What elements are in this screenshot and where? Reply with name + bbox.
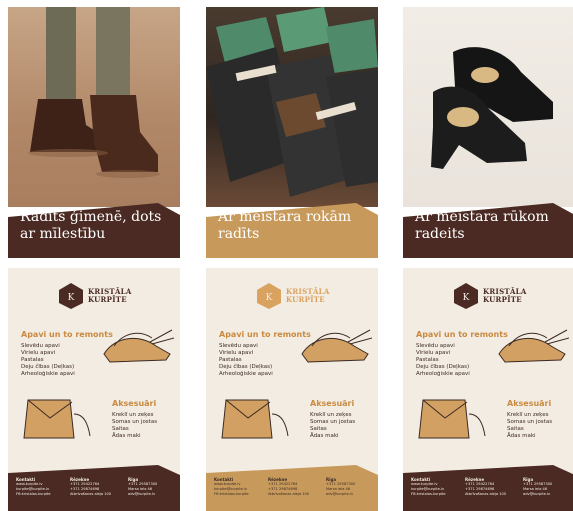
brand-logo: K KRISTĀLA KURPĪTE bbox=[58, 282, 168, 316]
footer-riga: Rīga +371 29587300 Marsa iela 46 adv@kur… bbox=[326, 477, 356, 496]
poster-2: K KRISTĀLA KURPĪTE Apavi un to remonts S… bbox=[206, 268, 378, 511]
list-item: Pastalas bbox=[219, 357, 242, 363]
list-item: Arheoloģiskie apavi bbox=[416, 371, 470, 377]
sandal-illustration bbox=[498, 329, 569, 363]
poster-footer: Kontakti www.kurpite.lv kurpite@kurpite.… bbox=[8, 465, 180, 511]
list-item: Virielu apavi bbox=[21, 350, 56, 356]
boots-illustration bbox=[28, 7, 160, 178]
list-item: Ādas maki bbox=[507, 433, 536, 439]
list-item: Deju čības (Deļkas) bbox=[219, 364, 273, 370]
list-item: Pastalas bbox=[416, 357, 439, 363]
list-item: Ādas maki bbox=[310, 433, 339, 439]
section2-list: Kreklī un zeķes Somas un jostas Saitas Ā… bbox=[310, 412, 355, 440]
section2-title: Aksesuāri bbox=[507, 399, 552, 408]
section1-list: Slevēdu apavi Virielu apavi Pastalas Dej… bbox=[219, 343, 273, 378]
brand-name: KRISTĀLA KURPĪTE bbox=[286, 287, 330, 304]
ad-slogan: Ar meistara rūkom radeits bbox=[415, 209, 549, 242]
section1-list: Slevēdu apavi Virielu apavi Pastalas Dej… bbox=[21, 343, 75, 378]
ad-slogan: Ar meistara rokām radīts bbox=[218, 209, 352, 242]
poster-3: K KRISTĀLA KURPĪTE Apavi un to remonts S… bbox=[403, 268, 573, 511]
ad-photo-heels bbox=[403, 7, 573, 207]
list-item: Deju čības (Deļkas) bbox=[416, 364, 470, 370]
list-item: Ādas maki bbox=[112, 433, 141, 439]
section2-list: Kreklī un zeķes Somas un jostas Saitas Ā… bbox=[112, 412, 157, 440]
ad-photo-boots bbox=[8, 7, 180, 207]
ad-photo-lasts bbox=[206, 7, 378, 207]
list-item: Saitas bbox=[507, 426, 524, 432]
sandal-illustration bbox=[103, 329, 174, 363]
brand-logo: K KRISTĀLA KURPĪTE bbox=[256, 282, 366, 316]
shoe-lasts-illustration bbox=[206, 7, 378, 197]
list-item: Pastalas bbox=[21, 357, 44, 363]
sandal-illustration bbox=[301, 329, 372, 363]
brand-name: KRISTĀLA KURPĪTE bbox=[88, 287, 132, 304]
section2-list: Kreklī un zeķes Somas un jostas Saitas Ā… bbox=[507, 412, 552, 440]
svg-text:K: K bbox=[68, 293, 75, 303]
list-item: Kreklī un zeķes bbox=[310, 412, 352, 418]
footer-contacts: Kontakti www.kurpite.lv kurpite@kurpite.… bbox=[411, 477, 446, 496]
list-item: Arheoloģiskie apavi bbox=[21, 371, 75, 377]
svg-text:K: K bbox=[463, 293, 470, 303]
brand-name: KRISTĀLA KURPĪTE bbox=[483, 287, 527, 304]
list-item: Slevēdu apavi bbox=[219, 343, 258, 349]
ad-card-2: Ar meistara rokām radīts bbox=[206, 7, 378, 258]
hexagon-logo-icon: K bbox=[454, 283, 478, 309]
list-item: Deju čības (Deļkas) bbox=[21, 364, 75, 370]
list-item: Saitas bbox=[310, 426, 327, 432]
hexagon-logo-icon: K bbox=[257, 283, 281, 309]
list-item: Saitas bbox=[112, 426, 129, 432]
footer-rezekne: Rēzekne +371 29422764 +371 29874698 Atbr… bbox=[268, 477, 310, 496]
bag-illustration bbox=[23, 399, 91, 439]
ad-slogan: Radīts ģimenē, dots ar mīlestību bbox=[20, 209, 162, 242]
brand-logo: K KRISTĀLA KURPĪTE bbox=[453, 282, 563, 316]
footer-rezekne: Rēzekne +371 29422764 +371 29874698 Atbr… bbox=[465, 477, 507, 496]
list-item: Arheoloģiskie apavi bbox=[219, 371, 273, 377]
footer-contacts: Kontakti www.kurpite.lv kurpite@kurpite.… bbox=[16, 477, 51, 496]
list-item: Virielu apavi bbox=[416, 350, 451, 356]
section2-title: Aksesuāri bbox=[310, 399, 355, 408]
list-item: Somas un jostas bbox=[112, 419, 158, 425]
footer-riga: Rīga +371 29587300 Marsa iela 46 adv@kur… bbox=[128, 477, 158, 496]
section1-list: Slevēdu apavi Virielu apavi Pastalas Dej… bbox=[416, 343, 470, 378]
list-item: Kreklī un zeķes bbox=[112, 412, 154, 418]
bag-illustration bbox=[418, 399, 486, 439]
heels-illustration bbox=[431, 47, 553, 169]
footer-contacts: Kontakti www.kurpite.lv kurpite@kurpite.… bbox=[214, 477, 249, 496]
list-item: Slevēdu apavi bbox=[416, 343, 455, 349]
list-item: Slevēdu apavi bbox=[21, 343, 60, 349]
poster-1: K KRISTĀLA KURPĪTE Apavi un to remonts S… bbox=[8, 268, 180, 511]
bag-illustration bbox=[221, 399, 289, 439]
ad-card-1: Radīts ģimenē, dots ar mīlestību bbox=[8, 7, 180, 258]
ad-card-3: Ar meistara rūkom radeits bbox=[403, 7, 573, 258]
footer-rezekne: Rēzekne +371 29422764 +371 29874698 Atbr… bbox=[70, 477, 112, 496]
list-item: Somas un jostas bbox=[507, 419, 553, 425]
list-item: Virielu apavi bbox=[219, 350, 254, 356]
hexagon-logo-icon: K bbox=[59, 283, 83, 309]
section2-title: Aksesuāri bbox=[112, 399, 157, 408]
list-item: Kreklī un zeķes bbox=[507, 412, 549, 418]
footer-riga: Rīga +371 29587300 Marsa iela 46 adv@kur… bbox=[523, 477, 553, 496]
poster-footer: Kontakti www.kurpite.lv kurpite@kurpite.… bbox=[206, 465, 378, 511]
list-item: Somas un jostas bbox=[310, 419, 356, 425]
poster-footer: Kontakti www.kurpite.lv kurpite@kurpite.… bbox=[403, 465, 573, 511]
svg-text:K: K bbox=[266, 293, 273, 303]
